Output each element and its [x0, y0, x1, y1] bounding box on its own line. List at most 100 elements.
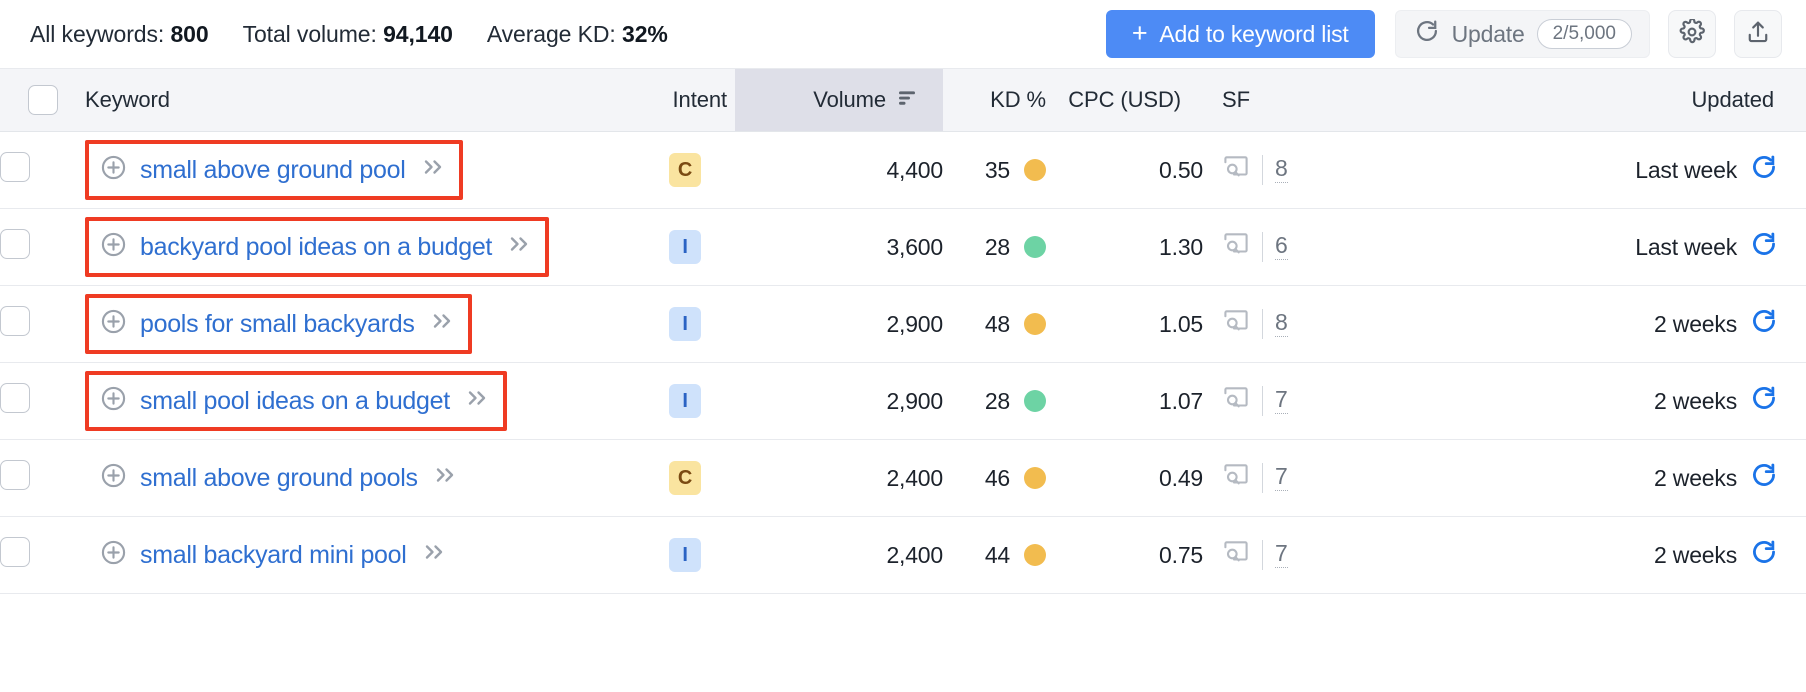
plus-circle-icon[interactable] — [100, 231, 127, 264]
refresh-icon[interactable] — [1750, 384, 1778, 418]
keyword-cell: small backyard mini pool — [80, 516, 635, 594]
plus-circle-icon[interactable] — [100, 308, 127, 341]
row-checkbox[interactable] — [0, 229, 30, 259]
cpc-cell: 0.50 — [1068, 131, 1203, 209]
header-kd[interactable]: KD % — [943, 68, 1068, 132]
row-checkbox[interactable] — [0, 306, 30, 336]
row-select-cell[interactable] — [0, 516, 80, 594]
row-select-cell[interactable] — [0, 285, 80, 363]
volume-cell: 2,400 — [735, 439, 943, 517]
header-cpc[interactable]: CPC (USD) — [1068, 68, 1203, 132]
sf-count[interactable]: 8 — [1275, 157, 1288, 183]
serp-preview-icon[interactable] — [1222, 231, 1250, 263]
intent-cell: C — [635, 439, 735, 517]
refresh-icon[interactable] — [1750, 230, 1778, 264]
kd-cell: 48 — [943, 285, 1068, 363]
intent-cell: I — [635, 208, 735, 286]
keyword-link[interactable]: small above ground pools — [140, 464, 418, 493]
keyword-link[interactable]: small above ground pool — [140, 156, 406, 185]
plus-circle-icon[interactable] — [100, 154, 127, 187]
table-row: small backyard mini pool I 2,400 44 0.75 7 2 w… — [0, 516, 1806, 594]
cpc-cell: 1.07 — [1068, 362, 1203, 440]
header-sf[interactable]: SF — [1203, 68, 1333, 132]
plus-circle-icon[interactable] — [100, 385, 127, 418]
intent-badge[interactable]: I — [669, 230, 701, 264]
refresh-icon — [1414, 18, 1440, 50]
kd-difficulty-dot — [1024, 159, 1046, 181]
header-cpc-label: CPC (USD) — [1068, 87, 1181, 112]
table-row: small pool ideas on a budget I 2,900 28 1.07… — [0, 362, 1806, 440]
add-to-keyword-list-button[interactable]: + Add to keyword list — [1105, 10, 1375, 58]
update-button-label: Update — [1451, 20, 1525, 47]
sf-divider — [1262, 386, 1263, 416]
keyword-cell: backyard pool ideas on a budget — [80, 208, 635, 286]
sf-count[interactable]: 6 — [1275, 234, 1288, 260]
update-button[interactable]: Update 2/5,000 — [1394, 10, 1650, 58]
serp-preview-icon[interactable] — [1222, 539, 1250, 571]
intent-badge[interactable]: C — [669, 461, 701, 495]
intent-badge[interactable]: I — [669, 384, 701, 418]
intent-badge[interactable]: I — [669, 307, 701, 341]
header-updated[interactable]: Updated — [1333, 68, 1806, 132]
serp-preview-icon[interactable] — [1222, 308, 1250, 340]
stat-average-kd: Average KD: 32% — [487, 21, 668, 48]
row-checkbox[interactable] — [0, 460, 30, 490]
keyword-link[interactable]: backyard pool ideas on a budget — [140, 233, 492, 262]
header-updated-label: Updated — [1691, 87, 1775, 112]
serp-preview-icon[interactable] — [1222, 385, 1250, 417]
serp-preview-icon[interactable] — [1222, 462, 1250, 494]
sf-count[interactable]: 8 — [1275, 311, 1288, 337]
export-button[interactable] — [1734, 10, 1782, 58]
row-checkbox[interactable] — [0, 537, 30, 567]
sf-divider — [1262, 540, 1263, 570]
chevron-double-right-icon[interactable] — [422, 541, 448, 569]
sf-count[interactable]: 7 — [1275, 388, 1288, 414]
stat-all-keywords-label: All keywords: — [30, 20, 165, 47]
cpc-cell: 0.49 — [1068, 439, 1203, 517]
updated-text: 2 weeks — [1654, 310, 1737, 337]
select-all-checkbox[interactable] — [28, 85, 58, 115]
header-volume-label: Volume — [813, 87, 886, 112]
settings-button[interactable] — [1668, 10, 1716, 58]
chevron-double-right-icon[interactable] — [433, 464, 459, 492]
row-checkbox[interactable] — [0, 152, 30, 182]
sort-descending-icon[interactable] — [897, 87, 917, 113]
kd-difficulty-dot — [1024, 236, 1046, 258]
sf-divider — [1262, 232, 1263, 262]
header-volume[interactable]: Volume — [735, 68, 943, 132]
row-select-cell[interactable] — [0, 131, 80, 209]
updated-text: 2 weeks — [1654, 464, 1737, 491]
row-select-cell[interactable] — [0, 208, 80, 286]
kd-value: 44 — [984, 541, 1010, 568]
header-keyword[interactable]: Keyword — [80, 68, 635, 132]
row-checkbox[interactable] — [0, 383, 30, 413]
serp-preview-icon[interactable] — [1222, 154, 1250, 186]
keyword-link[interactable]: pools for small backyards — [140, 310, 415, 339]
header-intent[interactable]: Intent — [635, 68, 735, 132]
chevron-double-right-icon[interactable] — [465, 387, 491, 415]
table-header-row: Keyword Intent Volume KD % CPC (USD) SF … — [0, 68, 1806, 132]
chevron-double-right-icon[interactable] — [421, 156, 447, 184]
row-select-cell[interactable] — [0, 362, 80, 440]
updated-cell: Last week — [1333, 208, 1806, 286]
refresh-icon[interactable] — [1750, 538, 1778, 572]
plus-circle-icon[interactable] — [100, 462, 127, 495]
refresh-icon[interactable] — [1750, 153, 1778, 187]
keyword-link[interactable]: small pool ideas on a budget — [140, 387, 450, 416]
refresh-icon[interactable] — [1750, 461, 1778, 495]
kd-difficulty-dot — [1024, 313, 1046, 335]
sf-count[interactable]: 7 — [1275, 465, 1288, 491]
keyword-link[interactable]: small backyard mini pool — [140, 541, 407, 570]
chevron-double-right-icon[interactable] — [430, 310, 456, 338]
refresh-icon[interactable] — [1750, 307, 1778, 341]
header-select-all[interactable] — [0, 68, 80, 132]
plus-circle-icon[interactable] — [100, 539, 127, 572]
intent-cell: I — [635, 285, 735, 363]
intent-badge[interactable]: C — [669, 153, 701, 187]
chevron-double-right-icon[interactable] — [507, 233, 533, 261]
sf-count[interactable]: 7 — [1275, 542, 1288, 568]
sf-cell: 6 — [1203, 208, 1333, 286]
keywords-table: Keyword Intent Volume KD % CPC (USD) SF … — [0, 68, 1806, 594]
row-select-cell[interactable] — [0, 439, 80, 517]
intent-badge[interactable]: I — [669, 538, 701, 572]
